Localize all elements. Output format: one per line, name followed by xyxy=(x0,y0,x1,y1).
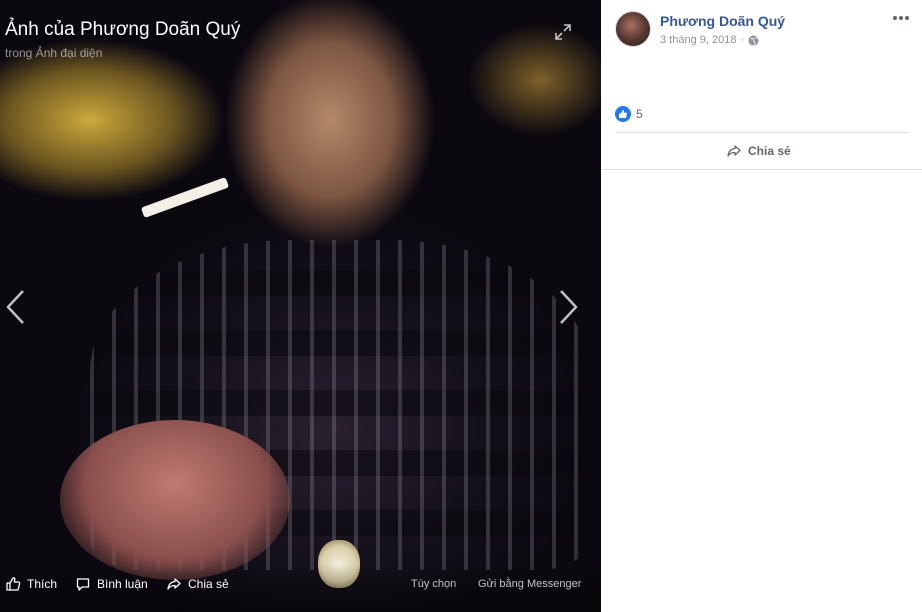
divider xyxy=(615,132,908,133)
post-meta: 3 tháng 9, 2018 · xyxy=(660,34,759,46)
thumbs-up-icon xyxy=(6,577,21,591)
send-messenger-link[interactable]: Gửi bằng Messenger xyxy=(478,578,581,590)
reaction-count: 5 xyxy=(636,107,643,121)
like-label: Thích xyxy=(27,577,58,591)
options-link[interactable]: Tùy chọn xyxy=(411,578,456,590)
expand-icon[interactable] xyxy=(553,22,573,42)
chevron-left-icon[interactable] xyxy=(3,287,27,327)
comment-label: Bình luận xyxy=(97,577,148,591)
post-share-button[interactable]: Chia sẻ xyxy=(726,143,791,159)
globe-icon[interactable] xyxy=(748,34,759,46)
share-button[interactable]: Chia sẻ xyxy=(166,576,229,592)
like-button[interactable]: Thích xyxy=(5,576,57,592)
share-arrow-icon xyxy=(167,578,181,590)
photo-title: Ảnh của Phương Doãn Quý xyxy=(5,19,241,40)
post-share-label: Chia sẻ xyxy=(748,144,791,158)
photo-hand-detail xyxy=(60,420,290,580)
share-arrow-icon xyxy=(727,145,741,157)
post-date[interactable]: 3 tháng 9, 2018 xyxy=(660,34,736,46)
reactions-summary[interactable]: 5 xyxy=(615,106,643,122)
comment-icon xyxy=(76,578,90,591)
comment-button[interactable]: Bình luận xyxy=(75,576,148,592)
post-details-panel: Phương Doãn Quý 3 tháng 9, 2018 · 5 Chia… xyxy=(601,0,922,612)
photo-album-link[interactable]: trong Ảnh đại diện xyxy=(5,46,102,60)
author-name-link[interactable]: Phương Doãn Quý xyxy=(660,13,785,29)
divider xyxy=(601,169,922,170)
avatar[interactable] xyxy=(615,11,651,47)
chevron-right-icon[interactable] xyxy=(557,287,581,327)
share-label: Chia sẻ xyxy=(188,577,229,591)
meta-separator: · xyxy=(740,34,745,46)
photo-viewer: Ảnh của Phương Doãn Quý trong Ảnh đại di… xyxy=(0,0,601,612)
like-reaction-icon xyxy=(615,106,631,122)
more-dots-icon[interactable] xyxy=(891,10,911,26)
